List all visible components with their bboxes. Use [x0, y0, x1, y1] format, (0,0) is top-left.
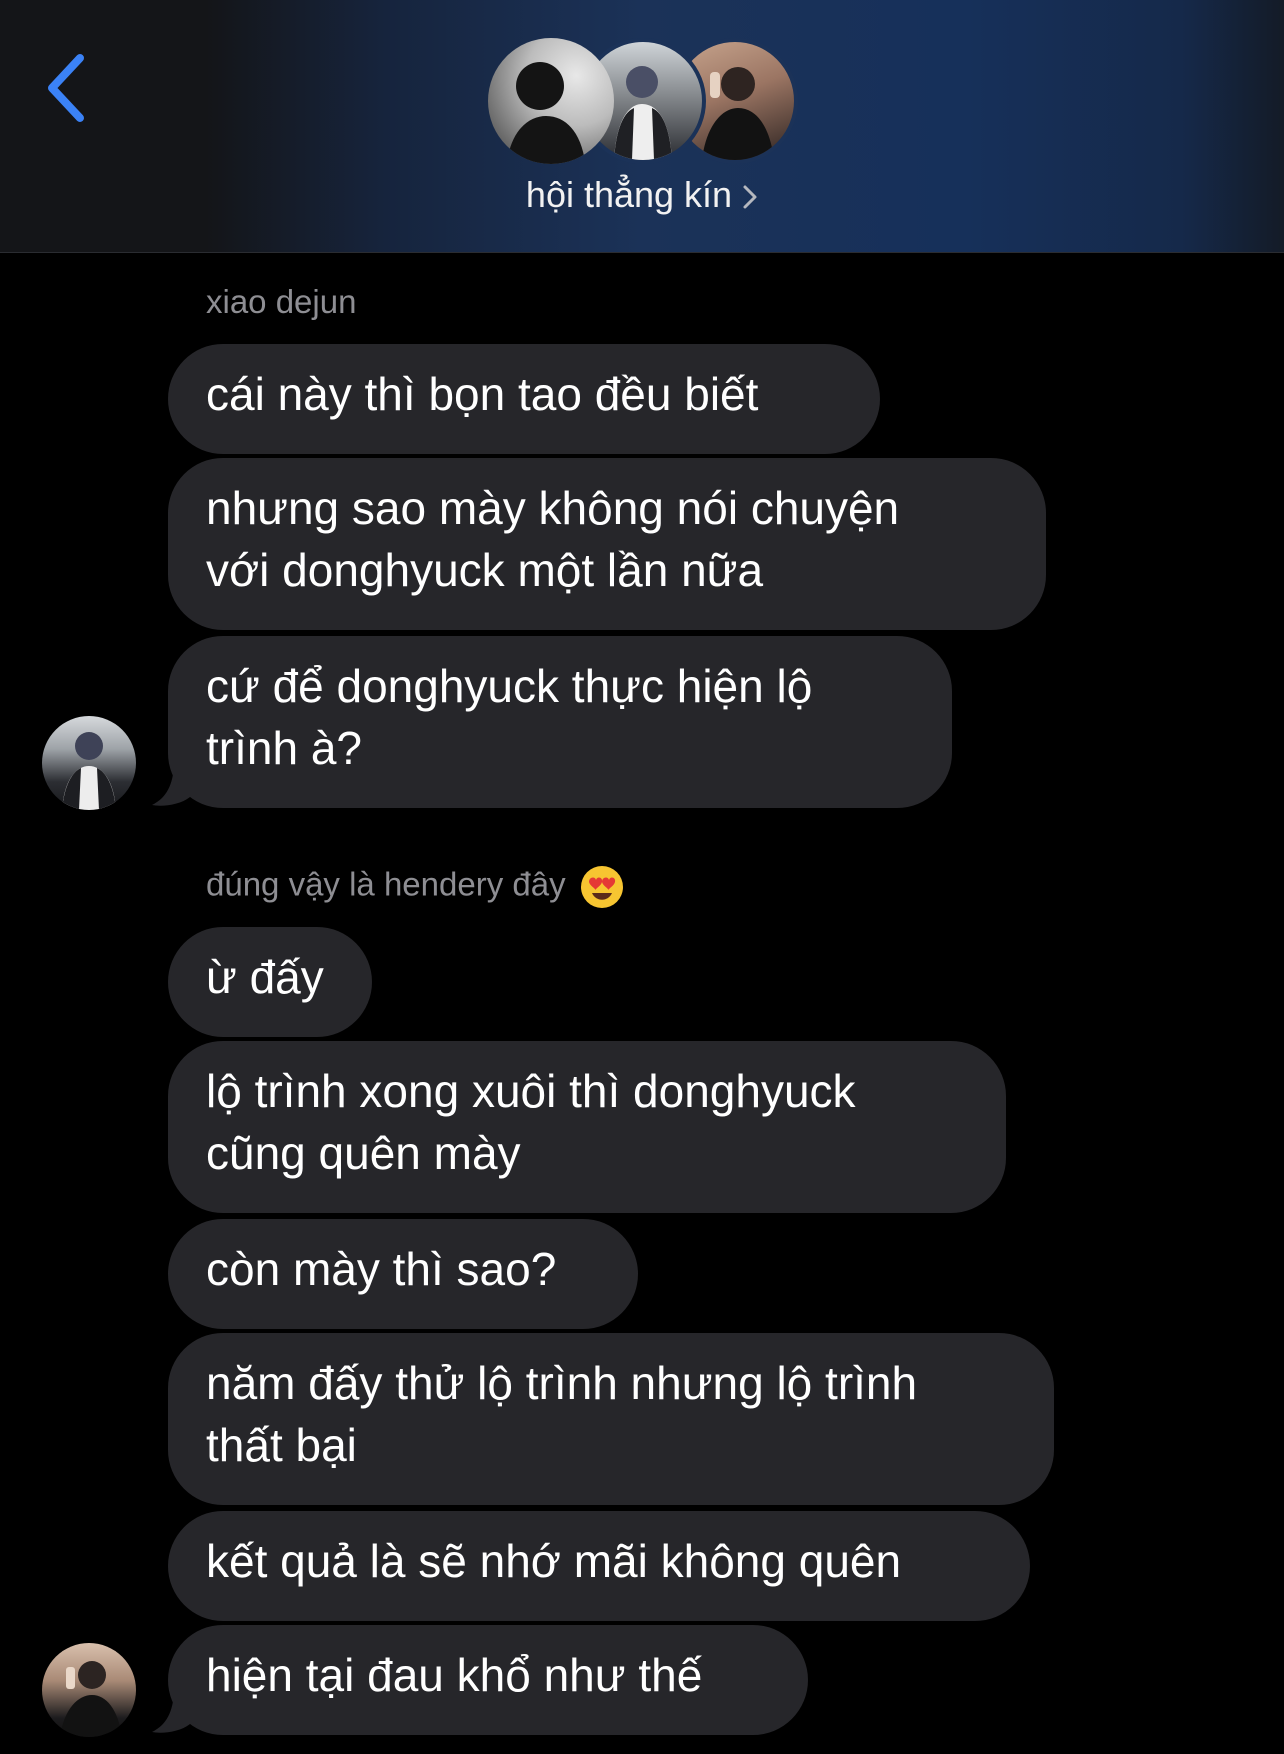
message-text: còn mày thì sao?: [206, 1243, 557, 1295]
message-text: cứ để donghyuck thực hiện lộ: [206, 660, 813, 712]
chevron-right-icon: [743, 185, 757, 209]
message-bubble[interactable]: năm đấy thử lộ trình nhưng lộ trình thất…: [168, 1333, 1054, 1505]
bubble-tail: [152, 767, 190, 806]
person-photo-icon: [62, 732, 116, 810]
chevron-left-icon[interactable]: [40, 48, 100, 128]
message-bubble[interactable]: nhưng sao mày không nói chuyện với dongh…: [168, 458, 1046, 630]
message-text: cũng quên mày: [206, 1127, 521, 1179]
sender-name: xiao dejun: [206, 283, 357, 320]
message-text: thất bại: [206, 1419, 357, 1471]
sender-avatar[interactable]: [42, 716, 136, 810]
message-text: cái này thì bọn tao đều biết: [206, 368, 759, 420]
message-text: lộ trình xong xuôi thì donghyuck: [206, 1065, 856, 1117]
message-bubble[interactable]: kết quả là sẽ nhớ mãi không quên: [168, 1511, 1030, 1621]
message-text: nhưng sao mày không nói chuyện: [206, 482, 900, 534]
message-bubble[interactable]: còn mày thì sao?: [168, 1219, 638, 1329]
message-bubble[interactable]: lộ trình xong xuôi thì donghyuck cũng qu…: [168, 1041, 1006, 1213]
message-list[interactable]: xiao dejun cái này thì bọn tao đều biết …: [0, 253, 1284, 1754]
message-bubble[interactable]: hiện tại đau khổ như thế: [168, 1625, 808, 1735]
message-text: ừ đấy: [206, 951, 324, 1003]
sender-avatar[interactable]: [42, 1643, 136, 1737]
message-text: năm đấy thử lộ trình nhưng lộ trình: [206, 1357, 918, 1409]
message-text: hiện tại đau khổ như thế: [206, 1649, 703, 1701]
message-bubble[interactable]: ừ đấy: [168, 927, 372, 1037]
sender-name: đúng vậy là hendery đây: [206, 865, 624, 909]
message-text: trình à?: [206, 722, 362, 774]
chat-header: hội thẳng kín: [0, 0, 1284, 253]
message-text: với donghyuck một lần nữa: [206, 544, 764, 596]
message-text: kết quả là sẽ nhớ mãi không quên: [206, 1535, 902, 1587]
group-name-link[interactable]: hội thẳng kín: [0, 174, 1284, 216]
message-bubble[interactable]: cái này thì bọn tao đều biết: [168, 344, 880, 454]
bubble-tail: [152, 1694, 190, 1733]
heart-eyes-emoji-icon: [580, 866, 623, 908]
message-bubble[interactable]: cứ để donghyuck thực hiện lộ trình à?: [168, 636, 952, 808]
group-name: hội thẳng kín: [525, 174, 733, 215]
group-member-avatar: [488, 38, 614, 164]
person-photo-icon: [60, 1661, 122, 1737]
group-avatars[interactable]: [488, 38, 798, 164]
person-silhouette-icon: [506, 62, 586, 164]
